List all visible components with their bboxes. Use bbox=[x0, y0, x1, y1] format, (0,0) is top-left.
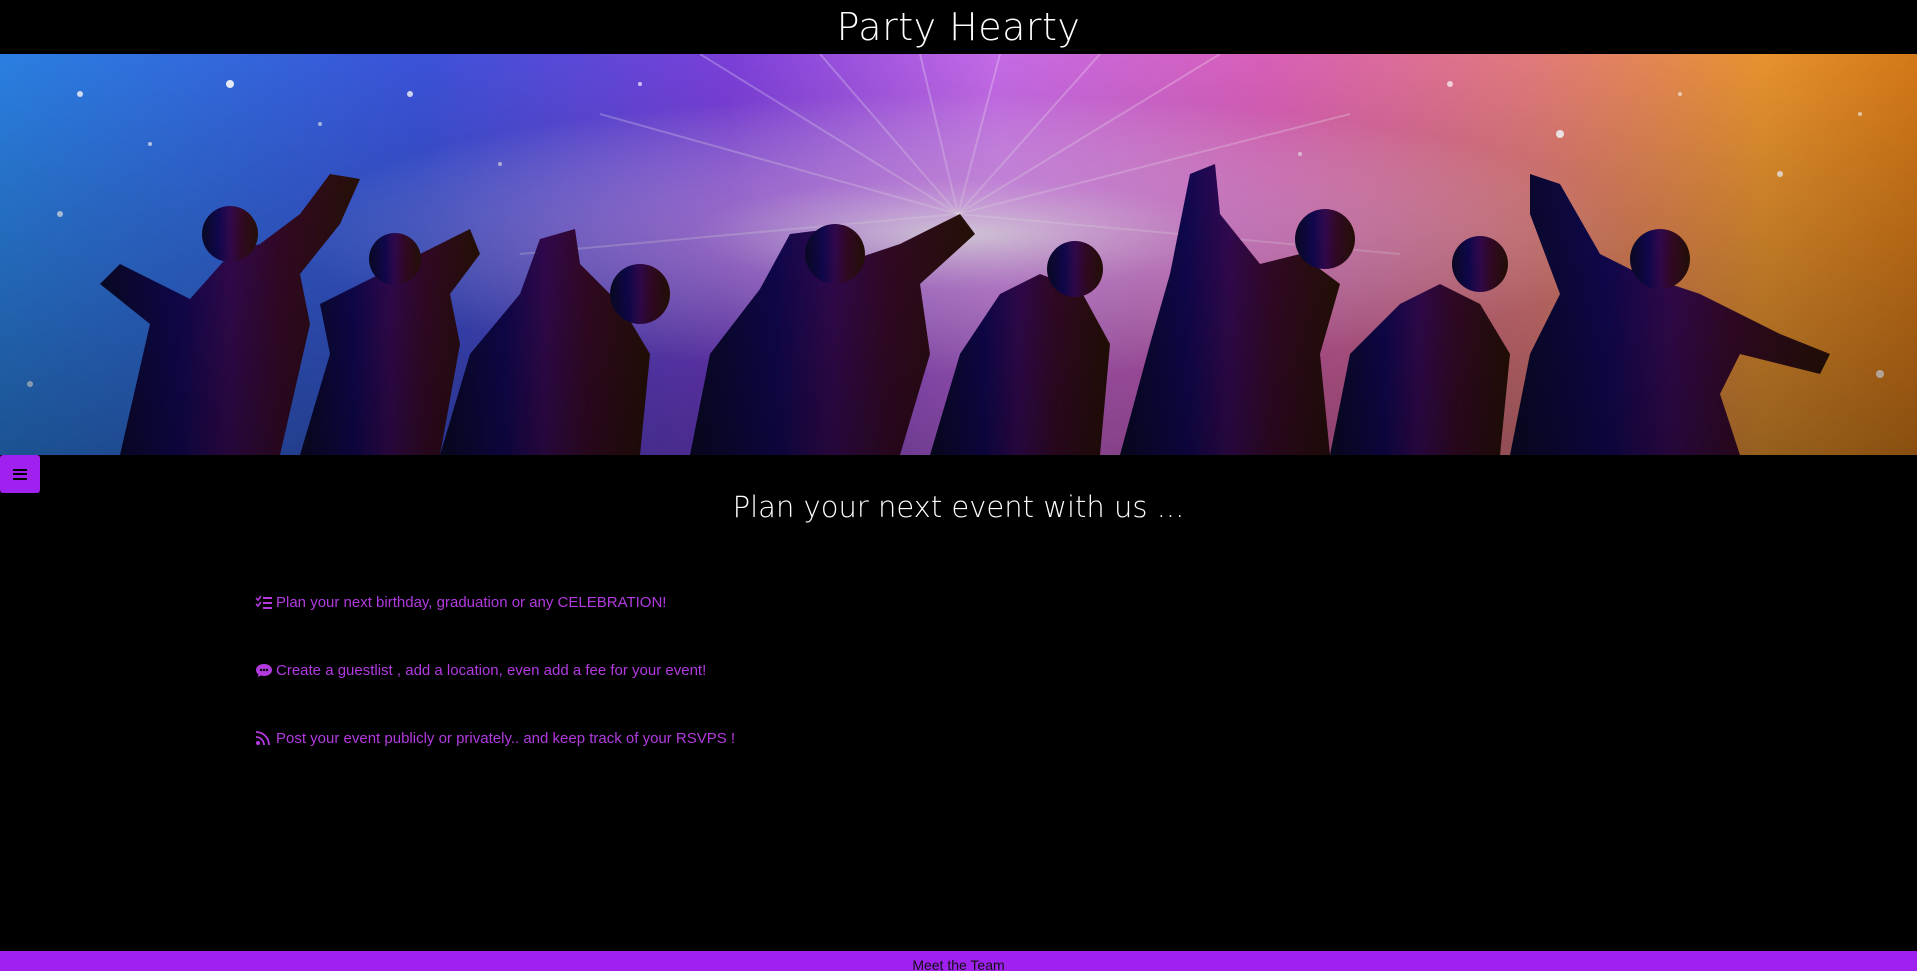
page-tagline: Plan your next event with us ... bbox=[732, 490, 1185, 524]
rss-feed-icon bbox=[255, 731, 270, 746]
meet-the-team-link[interactable]: Meet the Team bbox=[912, 949, 1004, 971]
hamburger-menu-icon bbox=[13, 468, 27, 480]
feature-text: Post your event publicly or privately.. … bbox=[276, 730, 736, 747]
feature-text: Create a guestlist , add a location, eve… bbox=[276, 662, 707, 679]
feature-text: Plan your next birthday, graduation or a… bbox=[276, 594, 667, 611]
list-item: Plan your next birthday, graduation or a… bbox=[255, 594, 735, 662]
site-header: Party Hearty bbox=[0, 0, 1917, 54]
hero-banner bbox=[0, 54, 1917, 455]
feature-list: Plan your next birthday, graduation or a… bbox=[255, 594, 735, 798]
checklist-icon bbox=[255, 595, 272, 609]
menu-toggle-button[interactable] bbox=[0, 455, 40, 493]
footer-bar: Meet the Team bbox=[0, 951, 1917, 971]
list-item: Create a guestlist , add a location, eve… bbox=[255, 662, 735, 730]
party-crowd-silhouette-image bbox=[0, 54, 1917, 455]
comment-dots-icon bbox=[256, 664, 272, 677]
page: Party Hearty Plan your next event with u… bbox=[0, 0, 1917, 971]
site-title: Party Hearty bbox=[836, 5, 1081, 49]
list-item: Post your event publicly or privately.. … bbox=[255, 730, 735, 798]
